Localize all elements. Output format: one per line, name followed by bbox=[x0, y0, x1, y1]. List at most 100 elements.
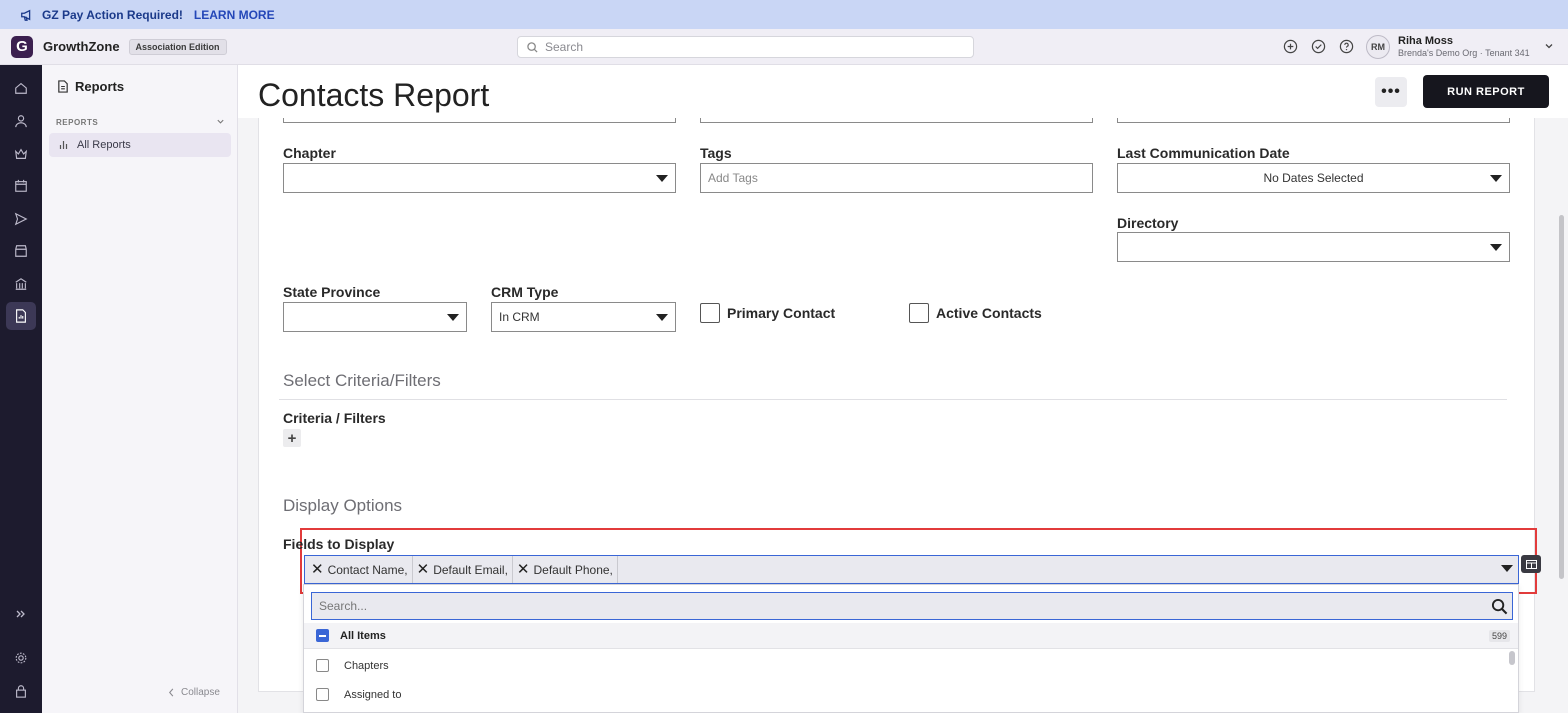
help-icon[interactable] bbox=[1339, 39, 1355, 55]
search-icon bbox=[1491, 598, 1508, 615]
caret-down-icon[interactable] bbox=[1501, 565, 1513, 572]
notification-banner: GZ Pay Action Required! LEARN MORE bbox=[0, 0, 1568, 29]
caret-down-icon bbox=[1490, 175, 1502, 182]
gear-icon[interactable] bbox=[12, 649, 30, 667]
fields-to-display-select[interactable]: ✕ Contact Name, ✕ Default Email, ✕ Defau… bbox=[304, 555, 1519, 584]
collapse-label: Collapse bbox=[181, 687, 220, 698]
chip-label: Default Phone, bbox=[533, 562, 613, 577]
learn-more-link[interactable]: LEARN MORE bbox=[194, 8, 275, 22]
add-criteria-button[interactable]: + bbox=[283, 429, 301, 447]
reports-icon[interactable] bbox=[6, 302, 36, 330]
criteria-label: Criteria / Filters bbox=[283, 410, 386, 426]
all-items-label: All Items bbox=[340, 629, 386, 642]
bank-icon[interactable] bbox=[12, 275, 30, 293]
sidebar-section-label: REPORTS bbox=[56, 118, 99, 127]
close-icon[interactable]: ✕ bbox=[517, 562, 530, 577]
selected-field-chip: ✕ Default Phone, bbox=[517, 556, 618, 583]
avatar[interactable]: RM bbox=[1366, 35, 1390, 59]
lock-icon[interactable] bbox=[12, 682, 30, 700]
user-name: Riha Moss bbox=[1398, 35, 1454, 47]
directory-label: Directory bbox=[1117, 215, 1179, 231]
run-report-button[interactable]: RUN REPORT bbox=[1423, 75, 1549, 108]
last-communication-value: No Dates Selected bbox=[1263, 171, 1364, 185]
columns-icon bbox=[1525, 559, 1537, 569]
caret-down-icon bbox=[656, 314, 668, 321]
indeterminate-checkbox[interactable] bbox=[316, 629, 329, 642]
top-header: G GrowthZone Association Edition Search … bbox=[0, 29, 1568, 65]
divider bbox=[279, 399, 1507, 400]
sidebar-title: Reports bbox=[75, 79, 125, 94]
add-circle-icon[interactable] bbox=[1283, 39, 1299, 55]
item-checkbox[interactable] bbox=[316, 688, 329, 701]
list-item[interactable]: Assigned to bbox=[316, 688, 401, 701]
report-panel: Chapter Tags Add Tags Last Communication… bbox=[258, 65, 1541, 713]
close-icon[interactable]: ✕ bbox=[311, 562, 324, 577]
chevron-down-icon[interactable] bbox=[216, 117, 225, 126]
more-options-button[interactable]: ••• bbox=[1375, 77, 1407, 107]
caret-down-icon bbox=[1490, 244, 1502, 251]
megaphone-icon bbox=[21, 9, 31, 21]
bar-chart-icon bbox=[59, 141, 68, 149]
chapter-select[interactable] bbox=[283, 163, 676, 193]
close-icon[interactable]: ✕ bbox=[417, 562, 430, 577]
caret-down-icon bbox=[656, 175, 668, 182]
dropdown-search-placeholder: Search... bbox=[319, 599, 368, 613]
caret-down-icon bbox=[447, 314, 459, 321]
fields-dropdown: Search... All Items 599 Chapters Assigne… bbox=[303, 584, 1519, 713]
item-checkbox[interactable] bbox=[316, 659, 329, 672]
crown-icon[interactable] bbox=[12, 145, 30, 163]
active-contacts-label: Active Contacts bbox=[936, 305, 1042, 321]
last-communication-label: Last Communication Date bbox=[1117, 145, 1290, 161]
sidebar-item-all-reports[interactable]: All Reports bbox=[49, 133, 231, 157]
list-item[interactable]: Chapters bbox=[316, 659, 389, 672]
global-search-input[interactable]: Search bbox=[517, 36, 974, 58]
home-icon[interactable] bbox=[12, 79, 30, 97]
crm-type-select[interactable]: In CRM bbox=[491, 302, 676, 332]
brand-name: GrowthZone bbox=[43, 39, 120, 54]
chevron-down-icon[interactable] bbox=[1544, 41, 1554, 51]
selected-field-chip: ✕ Default Email, bbox=[417, 556, 513, 583]
collapse-button[interactable]: Collapse bbox=[168, 687, 220, 698]
sidebar-header: Reports bbox=[57, 79, 124, 94]
tags-input[interactable]: Add Tags bbox=[700, 163, 1093, 193]
growthzone-logo[interactable]: G bbox=[11, 35, 33, 58]
tags-label: Tags bbox=[700, 145, 732, 161]
dropdown-search-input[interactable]: Search... bbox=[311, 592, 1513, 620]
reports-sidebar: Reports REPORTS All Reports Collapse bbox=[42, 65, 238, 713]
calendar-icon[interactable] bbox=[12, 177, 30, 195]
fields-to-display-label: Fields to Display bbox=[283, 536, 395, 552]
search-icon bbox=[527, 41, 538, 53]
report-document-icon bbox=[58, 80, 68, 93]
primary-contact-checkbox[interactable] bbox=[700, 303, 720, 323]
banner-message: GZ Pay Action Required! bbox=[42, 7, 183, 22]
page-scrollbar[interactable] bbox=[1559, 215, 1564, 579]
active-contacts-checkbox[interactable] bbox=[909, 303, 929, 323]
check-circle-icon[interactable] bbox=[1311, 39, 1327, 55]
primary-contact-label: Primary Contact bbox=[727, 305, 836, 321]
sidebar-item-label: All Reports bbox=[77, 139, 131, 151]
contacts-icon[interactable] bbox=[12, 112, 30, 130]
main-content: Chapter Tags Add Tags Last Communication… bbox=[238, 65, 1568, 713]
all-items-row[interactable]: All Items 599 bbox=[304, 623, 1518, 649]
directory-select[interactable] bbox=[1117, 232, 1510, 262]
chapter-label: Chapter bbox=[283, 145, 336, 161]
state-province-label: State Province bbox=[283, 284, 381, 300]
page-title: Contacts Report bbox=[258, 77, 490, 113]
user-menu[interactable]: Riha Moss Brenda's Demo Org · Tenant 341 bbox=[1398, 35, 1530, 58]
tags-placeholder: Add Tags bbox=[708, 171, 758, 185]
user-org: Brenda's Demo Org · Tenant 341 bbox=[1398, 48, 1530, 58]
state-province-select[interactable] bbox=[283, 302, 467, 332]
last-communication-date-select[interactable]: No Dates Selected bbox=[1117, 163, 1510, 193]
chevron-left-icon bbox=[168, 688, 174, 697]
dropdown-scrollbar[interactable] bbox=[1509, 651, 1515, 665]
expand-icon[interactable] bbox=[12, 605, 30, 623]
display-options-title: Display Options bbox=[283, 496, 403, 515]
column-picker-button[interactable] bbox=[1521, 555, 1541, 573]
crm-type-value: In CRM bbox=[499, 310, 540, 324]
store-icon[interactable] bbox=[12, 242, 30, 260]
item-count-badge: 599 bbox=[1488, 630, 1510, 642]
search-placeholder: Search bbox=[545, 40, 584, 54]
send-icon[interactable] bbox=[12, 210, 30, 228]
edition-badge: Association Edition bbox=[128, 38, 227, 55]
criteria-section-title: Select Criteria/Filters bbox=[283, 371, 441, 390]
